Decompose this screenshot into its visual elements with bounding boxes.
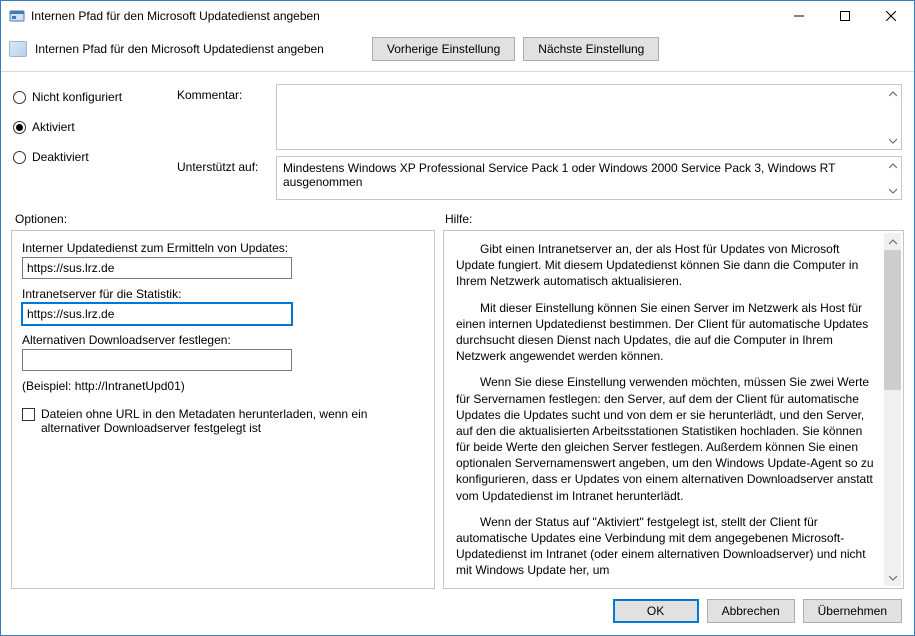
supported-label: Unterstützt auf: — [177, 156, 272, 200]
section-labels: Optionen: Hilfe: — [1, 202, 914, 230]
config-area: Nicht konfiguriert Aktiviert Deaktiviert… — [1, 72, 914, 202]
next-setting-button[interactable]: Nächste Einstellung — [523, 37, 659, 61]
apply-label: Übernehmen — [818, 604, 887, 618]
scroll-up-icon[interactable] — [884, 85, 901, 102]
scroll-down-icon[interactable] — [884, 132, 901, 149]
apply-button[interactable]: Übernehmen — [803, 599, 902, 623]
scrollbar-track[interactable] — [884, 390, 901, 569]
radio-circle-icon — [13, 121, 26, 134]
footer: OK Abbrechen Übernehmen — [1, 589, 914, 635]
scrollbar-thumb[interactable] — [884, 250, 901, 390]
radio-circle-icon — [13, 151, 26, 164]
ok-button[interactable]: OK — [613, 599, 699, 623]
radio-disabled[interactable]: Deaktiviert — [13, 150, 173, 164]
comment-scrollbar — [884, 85, 901, 149]
radio-circle-icon — [13, 91, 26, 104]
example-text: (Beispiel: http://IntranetUpd01) — [22, 379, 424, 393]
alt-download-label: Alternativen Downloadserver festlegen: — [22, 333, 424, 347]
next-setting-label: Nächste Einstellung — [538, 42, 644, 56]
help-panel: Gibt einen Intranetserver an, der als Ho… — [443, 230, 904, 589]
options-panel: Interner Updatedienst zum Ermitteln von … — [11, 230, 435, 589]
help-heading: Hilfe: — [445, 212, 472, 226]
toolbar-title: Internen Pfad für den Microsoft Updatedi… — [35, 42, 324, 56]
panels: Interner Updatedienst zum Ermitteln von … — [1, 230, 914, 589]
stats-server-label: Intranetserver für die Statistik: — [22, 287, 424, 301]
previous-setting-label: Vorherige Einstellung — [387, 42, 500, 56]
cancel-button[interactable]: Abbrechen — [707, 599, 795, 623]
window-title: Internen Pfad für den Microsoft Updatedi… — [31, 9, 776, 23]
scroll-down-icon[interactable] — [884, 182, 901, 199]
scroll-down-icon[interactable] — [884, 569, 901, 586]
toolbar: Internen Pfad für den Microsoft Updatedi… — [1, 31, 914, 72]
radio-not-configured-label: Nicht konfiguriert — [32, 90, 122, 104]
cancel-label: Abbrechen — [722, 604, 780, 618]
radio-disabled-label: Deaktiviert — [32, 150, 89, 164]
comment-textarea[interactable] — [276, 84, 902, 150]
previous-setting-button[interactable]: Vorherige Einstellung — [372, 37, 515, 61]
radio-not-configured[interactable]: Nicht konfiguriert — [13, 90, 173, 104]
policy-icon — [9, 41, 27, 57]
scroll-up-icon[interactable] — [884, 157, 901, 174]
help-scrollbar[interactable] — [884, 233, 901, 586]
download-no-url-label: Dateien ohne URL in den Metadaten herunt… — [41, 407, 371, 435]
app-icon — [9, 8, 25, 24]
supported-scrollbar — [884, 157, 901, 199]
window-controls — [776, 1, 914, 31]
radio-dot-icon — [16, 124, 23, 131]
help-paragraph: Mit dieser Einstellung können Sie einen … — [456, 300, 879, 365]
supported-on-text: Mindestens Windows XP Professional Servi… — [283, 161, 835, 189]
scroll-up-icon[interactable] — [884, 233, 901, 250]
close-button[interactable] — [868, 1, 914, 31]
update-service-label: Interner Updatedienst zum Ermitteln von … — [22, 241, 424, 255]
help-paragraph: Wenn der Status auf "Aktiviert" festgele… — [456, 514, 879, 578]
minimize-button[interactable] — [776, 1, 822, 31]
ok-label: OK — [647, 604, 664, 618]
titlebar: Internen Pfad für den Microsoft Updatedi… — [1, 1, 914, 31]
comment-label: Kommentar: — [177, 84, 272, 150]
state-radio-group: Nicht konfiguriert Aktiviert Deaktiviert — [13, 84, 173, 200]
supported-on-box: Mindestens Windows XP Professional Servi… — [276, 156, 902, 200]
options-heading: Optionen: — [15, 212, 445, 226]
update-service-input[interactable] — [22, 257, 292, 279]
help-paragraph: Gibt einen Intranetserver an, der als Ho… — [456, 241, 879, 290]
alt-download-input[interactable] — [22, 349, 292, 371]
dialog-window: Internen Pfad für den Microsoft Updatedi… — [0, 0, 915, 636]
radio-enabled[interactable]: Aktiviert — [13, 120, 173, 134]
radio-enabled-label: Aktiviert — [32, 120, 75, 134]
maximize-button[interactable] — [822, 1, 868, 31]
stats-server-input[interactable] — [22, 303, 292, 325]
help-paragraph: Wenn Sie diese Einstellung verwenden möc… — [456, 374, 879, 504]
help-text: Gibt einen Intranetserver an, der als Ho… — [456, 241, 901, 578]
download-no-url-checkbox[interactable] — [22, 408, 35, 421]
